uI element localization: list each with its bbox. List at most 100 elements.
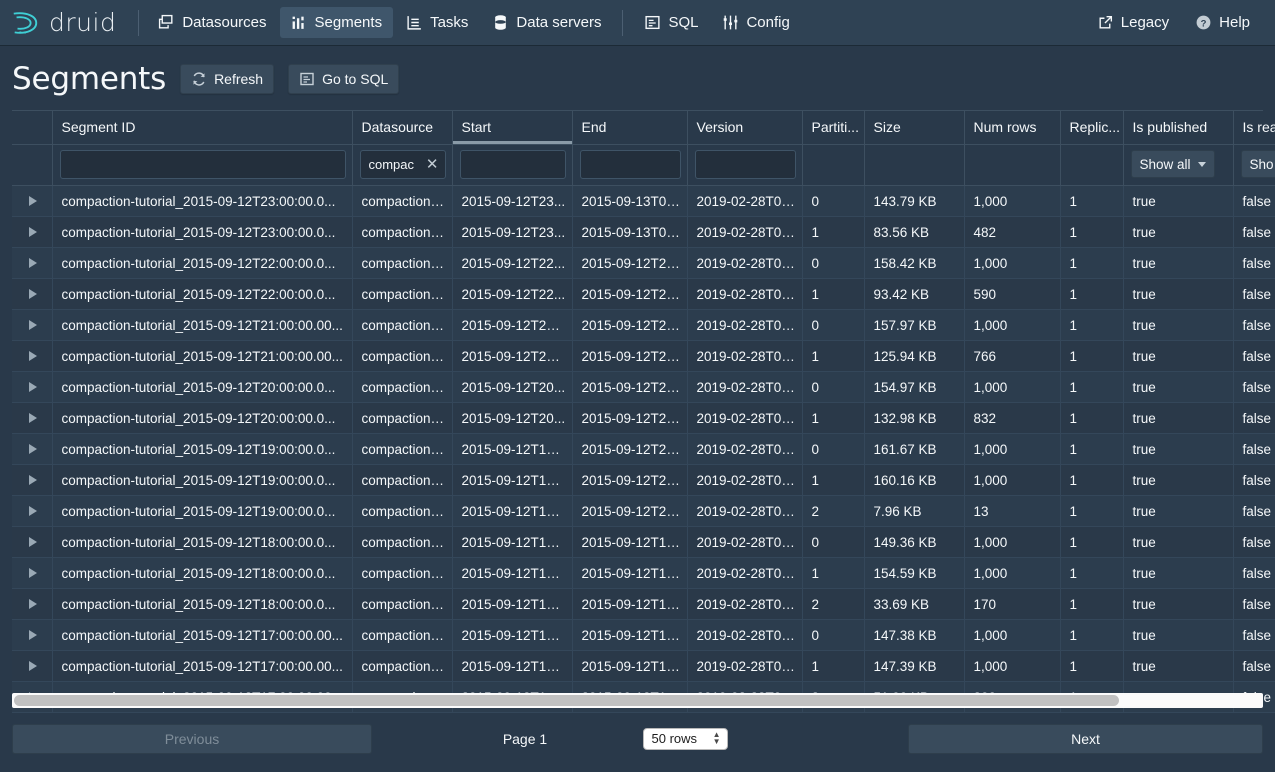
cell-end[interactable]: 2015-09-12T19:... bbox=[572, 558, 687, 589]
cell-start[interactable]: 2015-09-12T23... bbox=[452, 217, 572, 248]
cell-datasource[interactable]: compaction-... bbox=[352, 558, 452, 589]
cell-datasource[interactable]: compaction-... bbox=[352, 589, 452, 620]
rows-per-page-select[interactable]: 25 rows50 rows100 rows bbox=[643, 728, 728, 750]
expand-row-icon[interactable] bbox=[29, 506, 37, 516]
expand-row-icon[interactable] bbox=[29, 351, 37, 361]
expand-row-icon[interactable] bbox=[29, 599, 37, 609]
row-expander-cell[interactable] bbox=[12, 310, 52, 341]
cell-start[interactable]: 2015-09-12T19:... bbox=[452, 496, 572, 527]
row-expander-cell[interactable] bbox=[12, 403, 52, 434]
row-expander-cell[interactable] bbox=[12, 341, 52, 372]
row-expander-cell[interactable] bbox=[12, 434, 52, 465]
clear-datasource-filter-icon[interactable]: ✕ bbox=[426, 157, 439, 172]
header-is-realtime[interactable]: Is rea bbox=[1233, 111, 1275, 145]
horizontal-scrollbar[interactable] bbox=[12, 693, 1263, 708]
cell-start[interactable]: 2015-09-12T21:... bbox=[452, 310, 572, 341]
table-row[interactable]: compaction-tutorial_2015-09-12T17:00:00.… bbox=[12, 651, 1275, 682]
expand-row-icon[interactable] bbox=[29, 413, 37, 423]
cell-start[interactable]: 2015-09-12T18:... bbox=[452, 558, 572, 589]
header-replicas[interactable]: Replic... bbox=[1060, 111, 1123, 145]
refresh-button[interactable]: Refresh bbox=[180, 64, 274, 94]
nav-item-tasks[interactable]: Tasks bbox=[395, 7, 479, 38]
cell-end[interactable]: 2015-09-12T22... bbox=[572, 341, 687, 372]
table-row[interactable]: compaction-tutorial_2015-09-12T20:00:00.… bbox=[12, 403, 1275, 434]
header-version[interactable]: Version bbox=[687, 111, 802, 145]
row-expander-cell[interactable] bbox=[12, 217, 52, 248]
cell-end[interactable]: 2015-09-13T00... bbox=[572, 186, 687, 217]
row-expander-cell[interactable] bbox=[12, 620, 52, 651]
cell-end[interactable]: 2015-09-12T18:... bbox=[572, 620, 687, 651]
cell-end[interactable]: 2015-09-12T22... bbox=[572, 310, 687, 341]
nav-item-config[interactable]: Config bbox=[711, 7, 800, 38]
cell-start[interactable]: 2015-09-12T23... bbox=[452, 186, 572, 217]
cell-end[interactable]: 2015-09-12T20... bbox=[572, 465, 687, 496]
start-filter-input[interactable] bbox=[460, 150, 566, 179]
cell-start[interactable]: 2015-09-12T21:... bbox=[452, 341, 572, 372]
end-filter-input[interactable] bbox=[580, 150, 681, 179]
table-row[interactable]: compaction-tutorial_2015-09-12T18:00:00.… bbox=[12, 558, 1275, 589]
cell-end[interactable]: 2015-09-12T20... bbox=[572, 434, 687, 465]
row-expander-cell[interactable] bbox=[12, 279, 52, 310]
table-row[interactable]: compaction-tutorial_2015-09-12T19:00:00.… bbox=[12, 465, 1275, 496]
expand-row-icon[interactable] bbox=[29, 289, 37, 299]
cell-end[interactable]: 2015-09-12T21:... bbox=[572, 372, 687, 403]
cell-start[interactable]: 2015-09-12T18:... bbox=[452, 527, 572, 558]
nav-item-datasources[interactable]: Datasources bbox=[147, 7, 277, 38]
expand-row-icon[interactable] bbox=[29, 196, 37, 206]
row-expander-cell[interactable] bbox=[12, 496, 52, 527]
nav-item-sql[interactable]: SQL bbox=[633, 7, 709, 38]
header-start[interactable]: Start bbox=[452, 111, 572, 145]
row-expander-cell[interactable] bbox=[12, 558, 52, 589]
nav-item-legacy[interactable]: Legacy bbox=[1086, 7, 1180, 38]
cell-datasource[interactable]: compaction-... bbox=[352, 465, 452, 496]
expand-row-icon[interactable] bbox=[29, 537, 37, 547]
cell-datasource[interactable]: compaction-... bbox=[352, 217, 452, 248]
cell-end[interactable]: 2015-09-12T23... bbox=[572, 279, 687, 310]
table-row[interactable]: compaction-tutorial_2015-09-12T18:00:00.… bbox=[12, 527, 1275, 558]
nav-item-data-servers[interactable]: Data servers bbox=[481, 7, 612, 38]
table-row[interactable]: compaction-tutorial_2015-09-12T17:00:00.… bbox=[12, 620, 1275, 651]
version-filter-input[interactable] bbox=[695, 150, 796, 179]
row-expander-cell[interactable] bbox=[12, 589, 52, 620]
table-row[interactable]: compaction-tutorial_2015-09-12T19:00:00.… bbox=[12, 434, 1275, 465]
go-to-sql-button[interactable]: Go to SQL bbox=[288, 64, 399, 94]
cell-end[interactable]: 2015-09-12T23... bbox=[572, 248, 687, 279]
header-end[interactable]: End bbox=[572, 111, 687, 145]
expand-row-icon[interactable] bbox=[29, 258, 37, 268]
table-row[interactable]: compaction-tutorial_2015-09-12T20:00:00.… bbox=[12, 372, 1275, 403]
cell-start[interactable]: 2015-09-12T22... bbox=[452, 279, 572, 310]
cell-start[interactable]: 2015-09-12T19:... bbox=[452, 465, 572, 496]
cell-datasource[interactable]: compaction-... bbox=[352, 186, 452, 217]
expand-row-icon[interactable] bbox=[29, 444, 37, 454]
previous-page-button[interactable]: Previous bbox=[12, 724, 372, 754]
nav-item-segments[interactable]: Segments bbox=[280, 7, 394, 38]
cell-datasource[interactable]: compaction-... bbox=[352, 248, 452, 279]
cell-datasource[interactable]: compaction-... bbox=[352, 434, 452, 465]
cell-start[interactable]: 2015-09-12T20... bbox=[452, 403, 572, 434]
cell-datasource[interactable]: compaction-... bbox=[352, 620, 452, 651]
expand-row-icon[interactable] bbox=[29, 568, 37, 578]
cell-start[interactable]: 2015-09-12T17:... bbox=[452, 651, 572, 682]
cell-datasource[interactable]: compaction-... bbox=[352, 279, 452, 310]
cell-end[interactable]: 2015-09-13T00... bbox=[572, 217, 687, 248]
table-row[interactable]: compaction-tutorial_2015-09-12T18:00:00.… bbox=[12, 589, 1275, 620]
cell-start[interactable]: 2015-09-12T20... bbox=[452, 372, 572, 403]
horizontal-scrollbar-thumb[interactable] bbox=[14, 695, 1119, 706]
cell-end[interactable]: 2015-09-12T20... bbox=[572, 496, 687, 527]
row-expander-cell[interactable] bbox=[12, 527, 52, 558]
cell-end[interactable]: 2015-09-12T19:... bbox=[572, 589, 687, 620]
cell-datasource[interactable]: compaction-... bbox=[352, 496, 452, 527]
header-partition[interactable]: Partiti... bbox=[802, 111, 864, 145]
table-row[interactable]: compaction-tutorial_2015-09-12T22:00:00.… bbox=[12, 279, 1275, 310]
cell-start[interactable]: 2015-09-12T17:... bbox=[452, 620, 572, 651]
row-expander-cell[interactable] bbox=[12, 248, 52, 279]
table-row[interactable]: compaction-tutorial_2015-09-12T22:00:00.… bbox=[12, 248, 1275, 279]
cell-datasource[interactable]: compaction-... bbox=[352, 527, 452, 558]
row-expander-cell[interactable] bbox=[12, 651, 52, 682]
table-row[interactable]: compaction-tutorial_2015-09-12T21:00:00.… bbox=[12, 310, 1275, 341]
table-row[interactable]: compaction-tutorial_2015-09-12T19:00:00.… bbox=[12, 496, 1275, 527]
cell-start[interactable]: 2015-09-12T22... bbox=[452, 248, 572, 279]
row-expander-cell[interactable] bbox=[12, 465, 52, 496]
table-row[interactable]: compaction-tutorial_2015-09-12T23:00:00.… bbox=[12, 217, 1275, 248]
cell-end[interactable]: 2015-09-12T21:... bbox=[572, 403, 687, 434]
